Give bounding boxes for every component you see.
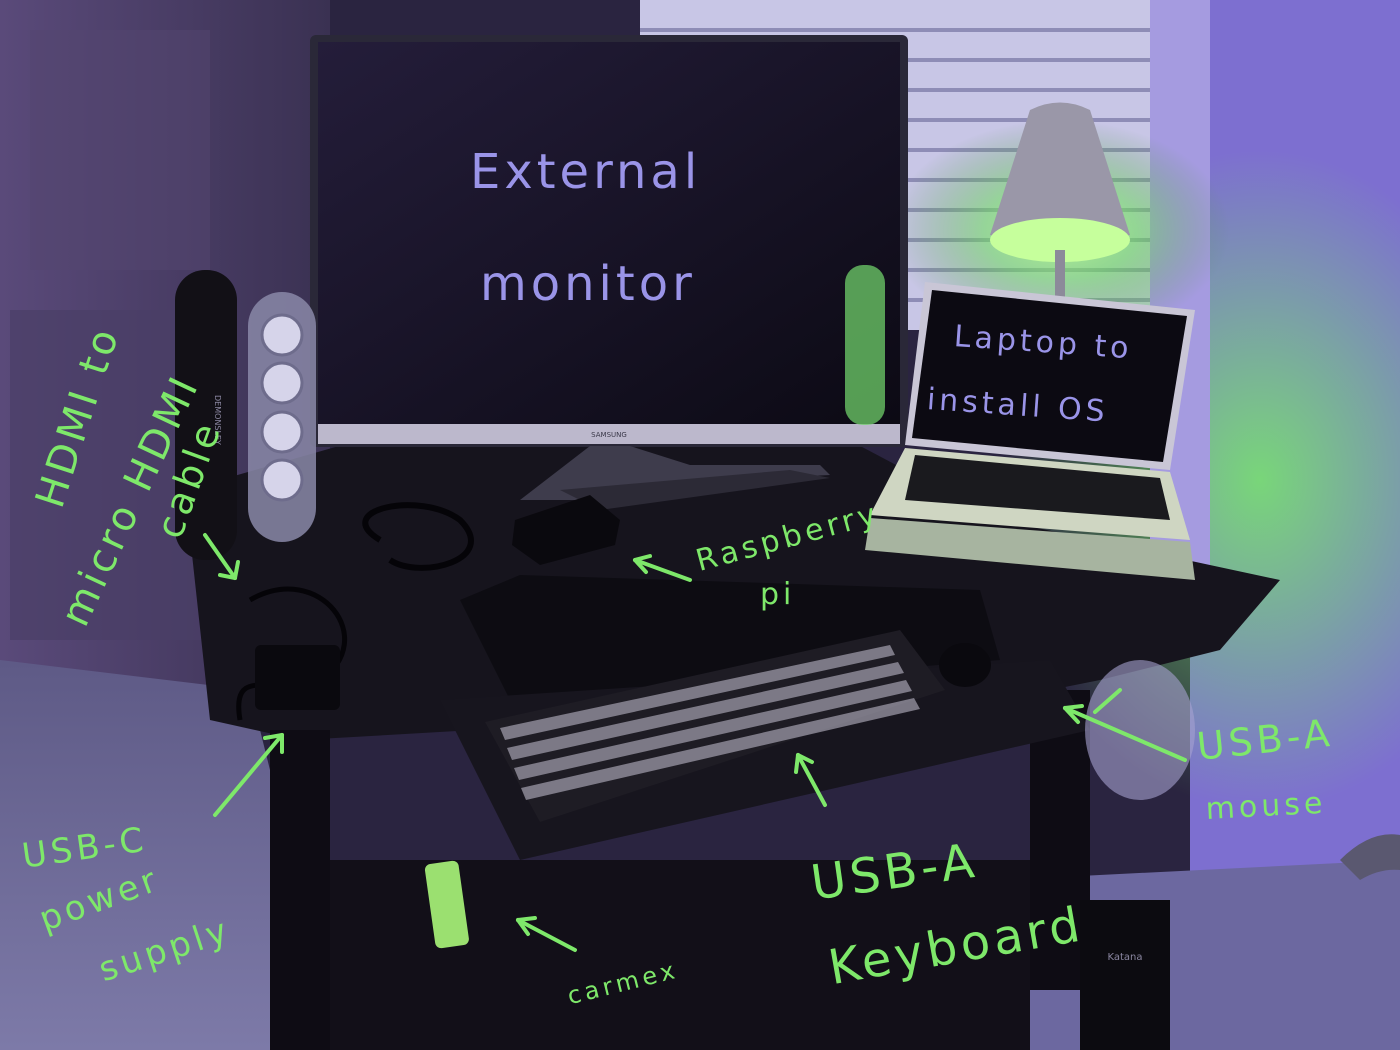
annotation-usba-mouse-line2: mouse (1204, 785, 1328, 827)
monitor-screen (318, 42, 900, 424)
speaker-driver-3 (260, 410, 304, 454)
mouse (939, 643, 991, 687)
power-brick (255, 645, 340, 710)
speaker-driver-4 (260, 458, 304, 502)
monitor-brand: SAMSUNG (591, 431, 627, 439)
glass-jar (1085, 660, 1195, 800)
annotation-raspberry-line2: pi (760, 577, 796, 612)
green-bottle (845, 265, 885, 425)
door-panel-upper (30, 30, 210, 270)
speaker-driver-2 (260, 361, 304, 405)
desk-leg-left (270, 730, 330, 1050)
annotation-monitor-line2: monitor (480, 256, 696, 312)
annotation-monitor-line1: External (470, 144, 702, 200)
speaker-driver-1 (260, 313, 304, 357)
tower-pc (1080, 900, 1170, 1050)
laptop-screen (912, 290, 1187, 462)
tower-brand: Katana (1107, 952, 1142, 963)
